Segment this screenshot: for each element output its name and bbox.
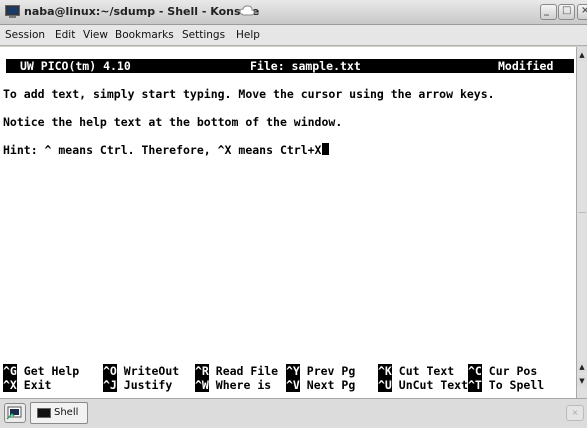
help-item-justify: ^J Justify: [103, 378, 172, 392]
help-row-2: ^X Exit ^J Justify ^W Where is ^V Next P…: [0, 378, 576, 392]
close-button[interactable]: ×: [577, 4, 587, 20]
minimize-icon: _: [544, 5, 549, 16]
menu-bookmarks[interactable]: Bookmarks: [115, 29, 174, 41]
shortcut-label: Next Pg: [299, 378, 356, 392]
shortcut-label: Where is: [208, 378, 272, 392]
help-item-uncut-text: ^U UnCut Text: [378, 378, 468, 392]
help-item-exit: ^X Exit: [3, 378, 51, 392]
help-item-read-file: ^R Read File: [195, 364, 278, 378]
help-row-1: ^G Get Help ^O WriteOut ^R Read File ^Y …: [0, 364, 576, 378]
new-tab-button[interactable]: [4, 403, 26, 423]
window-titlebar[interactable]: naba@linux:~/sdump - Shell - Konsole _ □…: [0, 0, 587, 25]
text-line-cursor: Hint: ^ means Ctrl. Therefore, ^X means …: [3, 143, 329, 157]
terminal-area[interactable]: UW PICO(tm) 4.10 File: sample.txt Modifi…: [0, 47, 576, 398]
minimize-button[interactable]: _: [540, 4, 557, 20]
shortcut-key: ^G: [3, 364, 17, 378]
text-cursor: [321, 143, 329, 155]
pico-filename: File: sample.txt: [250, 59, 361, 73]
shortcut-key: ^X: [3, 378, 17, 392]
shell-tab-icon: [37, 408, 51, 418]
text-line: To add text, simply start typing. Move t…: [3, 87, 495, 101]
help-item-cut-text: ^K Cut Text: [378, 364, 454, 378]
menu-bar: Session Edit View Bookmarks Settings Hel…: [0, 25, 587, 46]
menu-edit[interactable]: Edit: [55, 29, 75, 41]
new-tab-icon: [6, 406, 22, 420]
shortcut-key: ^C: [468, 364, 482, 378]
scroll-down-icon[interactable]: ▼: [577, 375, 587, 387]
help-item-where-is: ^W Where is: [195, 378, 271, 392]
help-item-writeout: ^O WriteOut: [103, 364, 179, 378]
terminal-scrollbar[interactable]: ▲ ▲ ▼: [576, 47, 587, 398]
menu-settings[interactable]: Settings: [182, 29, 225, 41]
help-item-prev-pg: ^Y Prev Pg: [286, 364, 355, 378]
help-item-next-pg: ^V Next Pg: [286, 378, 355, 392]
shortcut-key: ^J: [103, 378, 117, 392]
scrollbar-grip[interactable]: [578, 212, 586, 225]
close-icon: ×: [581, 5, 587, 16]
konsole-badge-icon: [239, 5, 255, 16]
shortcut-key: ^Y: [286, 364, 300, 378]
shortcut-label: UnCut Text: [391, 378, 469, 392]
menu-session[interactable]: Session: [5, 29, 45, 41]
pico-version: UW PICO(tm) 4.10: [20, 59, 131, 73]
pico-header: UW PICO(tm) 4.10 File: sample.txt Modifi…: [6, 59, 574, 73]
shortcut-label: Prev Pg: [299, 364, 356, 378]
shortcut-key: ^U: [378, 378, 392, 392]
maximize-icon: □: [562, 5, 572, 16]
close-tab-button[interactable]: ×: [566, 405, 584, 421]
shortcut-key: ^K: [378, 364, 392, 378]
scroll-up-icon[interactable]: ▲: [577, 49, 587, 61]
shortcut-label: Exit: [16, 378, 52, 392]
tab-shell[interactable]: Shell: [30, 402, 88, 424]
help-item-to-spell: ^T To Spell: [468, 378, 544, 392]
shortcut-label: Read File: [208, 364, 279, 378]
text-line: Notice the help text at the bottom of th…: [3, 115, 343, 129]
shortcut-key: ^W: [195, 378, 209, 392]
help-item-cur-pos: ^C Cur Pos: [468, 364, 537, 378]
shortcut-label: WriteOut: [116, 364, 180, 378]
shortcut-key: ^T: [468, 378, 482, 392]
help-item-get-help: ^G Get Help: [3, 364, 79, 378]
shortcut-key: ^R: [195, 364, 209, 378]
shortcut-label: Cur Pos: [481, 364, 538, 378]
scroll-up-icon[interactable]: ▲: [577, 361, 587, 373]
shortcut-label: Get Help: [16, 364, 80, 378]
shortcut-key: ^O: [103, 364, 117, 378]
shortcut-label: To Spell: [481, 378, 545, 392]
close-tab-icon: ×: [571, 408, 579, 417]
pico-status: Modified: [498, 59, 554, 73]
shortcut-key: ^V: [286, 378, 300, 392]
tab-bar: Shell ×: [0, 398, 587, 428]
terminal-icon: [5, 5, 20, 18]
maximize-button[interactable]: □: [558, 4, 575, 20]
menu-view[interactable]: View: [83, 29, 108, 41]
menu-help[interactable]: Help: [236, 29, 260, 41]
shortcut-label: Justify: [116, 378, 173, 392]
window-title: naba@linux:~/sdump - Shell - Konsole: [24, 5, 260, 18]
text-line: Hint: ^ means Ctrl. Therefore, ^X means …: [3, 143, 322, 157]
tab-label: Shell: [54, 407, 79, 418]
shortcut-label: Cut Text: [391, 364, 455, 378]
